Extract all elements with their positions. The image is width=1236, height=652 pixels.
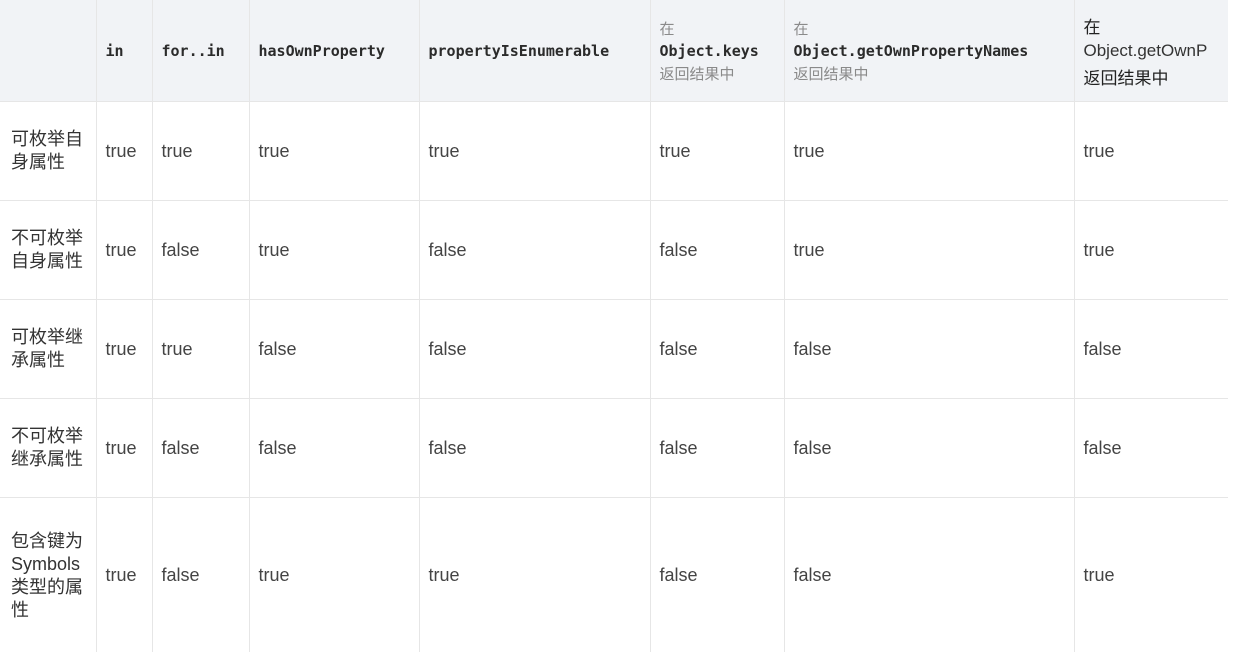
property-comparison-table: in for..in hasOwnProperty propertyIsEnum… [0,0,1228,652]
header-get-own-property-names-suffix: 返回结果中 [793,64,869,83]
cell-for-in: true [152,299,250,399]
cell-object-keys: false [650,200,785,300]
cell-property-is-enumerable: false [419,200,651,300]
header-get-own-property-names-prefix: 在 [793,19,809,38]
row-label: 可枚举自身属性 [0,101,97,201]
cell-in: true [96,101,153,201]
cell-get-own-property-names: false [784,299,1075,399]
header-has-own-property: hasOwnProperty [249,0,420,102]
cell-get-own-property-symbols: true [1074,101,1228,201]
cell-in: true [96,398,153,498]
row-label: 包含键为Symbols 类型的属性 [0,497,97,652]
cell-object-keys: false [650,398,785,498]
cell-get-own-property-symbols: true [1074,497,1228,652]
cell-has-own-property: false [249,398,420,498]
cell-has-own-property: true [249,497,420,652]
header-in: in [96,0,153,102]
cell-property-is-enumerable: false [419,299,651,399]
header-object-keys-prefix: 在 [659,19,675,38]
cell-object-keys: false [650,299,785,399]
table-row: 可枚举继承属性 true true false false false fals… [0,299,1228,399]
cell-get-own-property-names: false [784,497,1075,652]
cell-property-is-enumerable: false [419,398,651,498]
cell-get-own-property-names: true [784,200,1075,300]
cell-get-own-property-symbols: false [1074,398,1228,498]
cell-get-own-property-names: true [784,101,1075,201]
cell-in: true [96,299,153,399]
cell-for-in: false [152,200,250,300]
header-object-keys-suffix: 返回结果中 [659,64,735,83]
cell-has-own-property: true [249,101,420,201]
header-in-label: in [105,42,124,60]
header-property-is-enumerable: propertyIsEnumerable [419,0,651,102]
cell-get-own-property-names: false [784,398,1075,498]
header-get-own-property-names: 在 Object.getOwnPropertyNames 返回结果中 [784,0,1075,102]
cell-has-own-property: true [249,200,420,300]
cell-in: true [96,497,153,652]
cell-get-own-property-symbols: true [1074,200,1228,300]
header-object-keys-code: Object.keys [659,41,759,60]
header-get-own-property-symbols-suffix: 返回结果中 [1083,68,1169,88]
header-get-own-property-symbols-prefix: 在 [1083,17,1101,37]
header-for-in: for..in [152,0,250,102]
cell-for-in: true [152,101,250,201]
cell-in: true [96,200,153,300]
cell-get-own-property-symbols: false [1074,299,1228,399]
row-label: 不可枚举继承属性 [0,398,97,498]
row-label: 不可枚举自身属性 [0,200,97,300]
cell-property-is-enumerable: true [419,497,651,652]
header-corner-cell [0,0,97,102]
header-get-own-property-names-code: Object.getOwnPropertyNames [793,41,1029,60]
table-row: 不可枚举自身属性 true false true false false tru… [0,200,1228,300]
header-object-keys: 在 Object.keys 返回结果中 [650,0,785,102]
header-get-own-property-symbols-code: Object.getOwnP [1083,40,1208,60]
cell-property-is-enumerable: true [419,101,651,201]
table-row: 包含键为Symbols 类型的属性 true false true true f… [0,497,1228,652]
header-for-in-label: for..in [161,42,225,60]
table-header-row: in for..in hasOwnProperty propertyIsEnum… [0,0,1228,102]
cell-has-own-property: false [249,299,420,399]
property-comparison-table-container: in for..in hasOwnProperty propertyIsEnum… [0,0,1228,652]
cell-for-in: false [152,497,250,652]
cell-for-in: false [152,398,250,498]
header-get-own-property-symbols: 在 Object.getOwnP 返回结果中 [1074,0,1228,102]
cell-object-keys: true [650,101,785,201]
header-has-own-property-label: hasOwnProperty [258,42,385,60]
cell-object-keys: false [650,497,785,652]
table-row: 可枚举自身属性 true true true true true true tr… [0,101,1228,201]
header-property-is-enumerable-label: propertyIsEnumerable [428,42,610,60]
table-row: 不可枚举继承属性 true false false false false fa… [0,398,1228,498]
row-label: 可枚举继承属性 [0,299,97,399]
